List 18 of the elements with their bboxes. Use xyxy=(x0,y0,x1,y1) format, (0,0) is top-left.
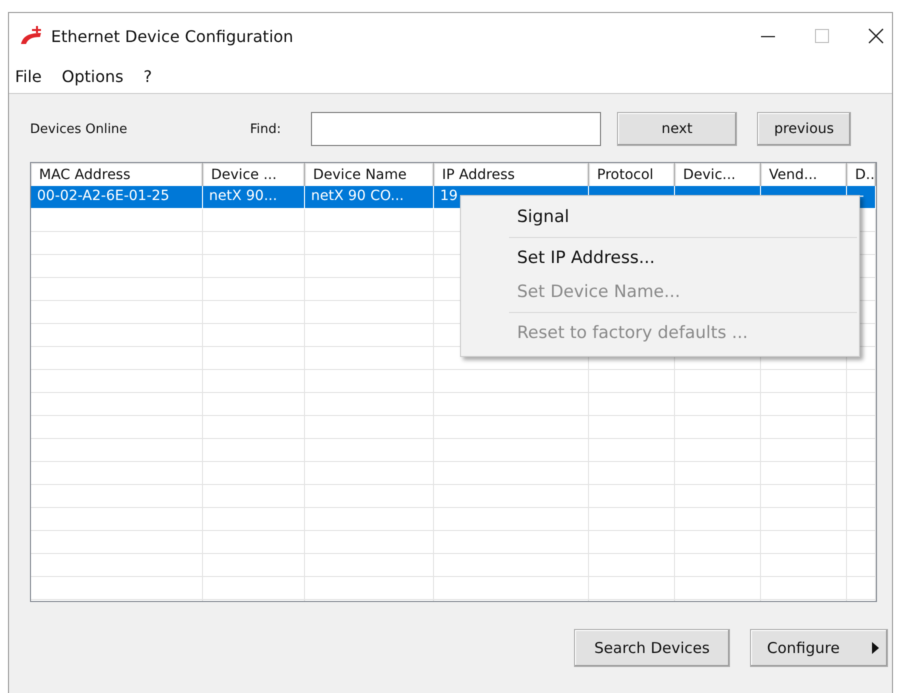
menu-item[interactable]: File xyxy=(13,66,44,86)
window-title: Ethernet Device Configuration xyxy=(51,26,294,46)
find-field[interactable] xyxy=(311,112,602,146)
devices-online-label: Devices Online xyxy=(30,122,128,136)
table-cell[interactable]: netX 90 CO... xyxy=(305,186,434,209)
configure-button[interactable]: Configure xyxy=(750,629,888,667)
next-button[interactable]: next xyxy=(617,112,738,146)
context-menu-item[interactable]: Set IP Address... xyxy=(461,241,859,275)
search-devices-button[interactable]: Search Devices xyxy=(574,629,730,667)
caret-icon[interactable] xyxy=(872,642,879,654)
previous-button[interactable]: previous xyxy=(757,112,852,146)
table-cell[interactable]: 00-02-A2-6E-01-25 xyxy=(31,186,203,209)
app-logo-icon xyxy=(19,26,43,46)
menu-item[interactable]: ? xyxy=(142,66,154,86)
find-label: Find: xyxy=(250,122,282,136)
close-icon[interactable] xyxy=(868,28,884,44)
menu-item[interactable]: Options xyxy=(60,66,126,86)
table-cell[interactable]: netX 90... xyxy=(203,186,305,209)
